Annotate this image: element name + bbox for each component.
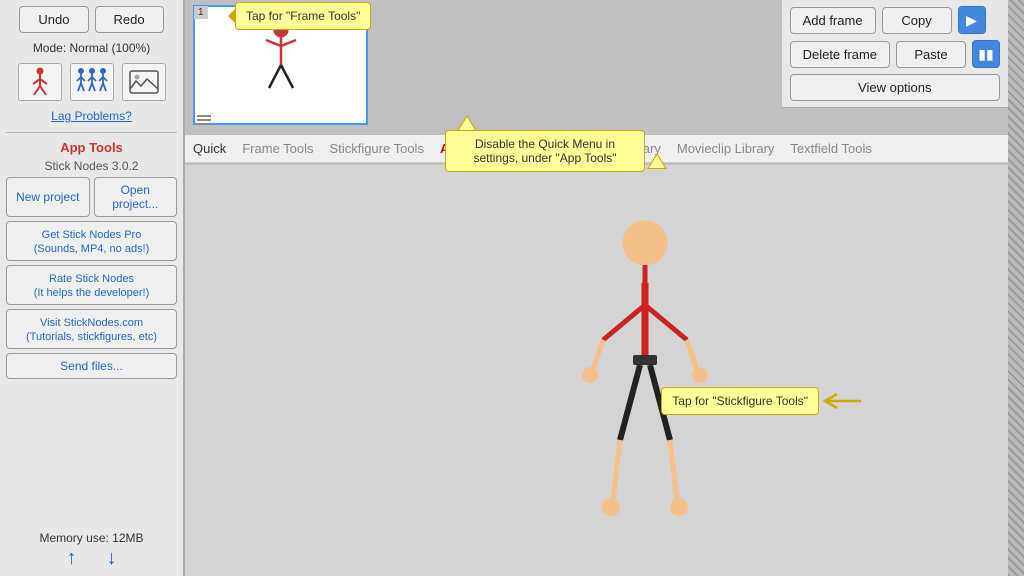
frame-number: 1 [194,6,208,19]
list-icon [197,115,211,125]
send-files-button[interactable]: Send files... [6,353,177,379]
mode-label: Mode: Normal (100%) [6,41,177,55]
app-tools-title: App Tools [6,140,177,155]
toolbar-row-1: Add frame Copy ▶ [790,6,1000,34]
rate-button[interactable]: Rate Stick Nodes (It helps the developer… [6,265,177,305]
icon-row [6,63,177,101]
stickfigure-svg [565,215,725,535]
tab-stickfigure-library[interactable]: Stickfigure Library [557,139,661,158]
copy-button[interactable]: Copy [882,7,952,34]
arrow-up-button[interactable]: ↑ [67,547,77,570]
divider-1 [6,132,177,133]
view-options-button[interactable]: View options [790,74,1000,101]
main-stickfigure [565,215,725,538]
preview-icons [197,115,211,125]
play-button[interactable]: ▶ [958,6,986,34]
get-pro-button[interactable]: Get Stick Nodes Pro (Sounds, MP4, no ads… [6,221,177,261]
canvas-area[interactable]: Tap for "Stickfigure Tools" [185,165,1008,576]
right-edge-pattern [1008,0,1024,576]
left-sidebar: Undo Redo Mode: Normal (100%) [0,0,185,576]
undo-redo-row: Undo Redo [6,6,177,33]
paste-button[interactable]: Paste [896,41,966,68]
nav-tabs: Quick Frame Tools Stickfigure Tools Anim… [185,135,1008,163]
tab-frame-tools[interactable]: Frame Tools [242,139,313,158]
left-arrow-icon [823,392,863,410]
frame-preview [193,5,368,125]
stickfigure-tools-tooltip: Tap for "Stickfigure Tools" [661,387,819,415]
paste-icon-button[interactable]: ▮▮ [972,40,1000,68]
toolbar-row-3: View options [790,74,1000,101]
redo-button[interactable]: Redo [95,6,164,33]
new-open-row: New project Open project... [6,177,177,217]
main-area: Add frame Copy ▶ Delete frame Paste ▮▮ V… [185,0,1024,576]
stickfigure-tools-arrow-container: Tap for "Stickfigure Tools" [661,387,863,415]
tab-textfield-tools[interactable]: Textfield Tools [790,139,871,158]
open-project-button[interactable]: Open project... [94,177,178,217]
visit-button[interactable]: Visit StickNodes.com (Tutorials, stickfi… [6,309,177,349]
new-project-button[interactable]: New project [6,177,90,217]
delete-frame-button[interactable]: Delete frame [790,41,890,68]
app-tools-subtitle: Stick Nodes 3.0.2 [6,159,177,173]
add-frame-button[interactable]: Add frame [790,7,876,34]
tab-animation-tools[interactable]: Animation Tools [440,139,541,158]
lag-problems-link[interactable]: Lag Problems? [6,109,177,123]
undo-button[interactable]: Undo [19,6,88,33]
tab-quick[interactable]: Quick [193,139,226,158]
arrow-down-button[interactable]: ↓ [107,547,117,570]
tab-stickfigure-tools[interactable]: Stickfigure Tools [330,139,424,158]
memory-label: Memory use: 12MB [6,531,177,545]
stick-group-icon[interactable] [70,63,114,101]
memory-arrows: ↑ ↓ [6,547,177,570]
frame-preview-area: 1 [185,0,385,135]
image-icon[interactable] [122,63,166,101]
tab-movieclip-library[interactable]: Movieclip Library [677,139,775,158]
toolbar-row-2: Delete frame Paste ▮▮ [790,40,1000,68]
preview-stickfigure [251,20,311,110]
stick-person-icon[interactable] [18,63,62,101]
top-toolbar: Add frame Copy ▶ Delete frame Paste ▮▮ V… [782,0,1008,108]
